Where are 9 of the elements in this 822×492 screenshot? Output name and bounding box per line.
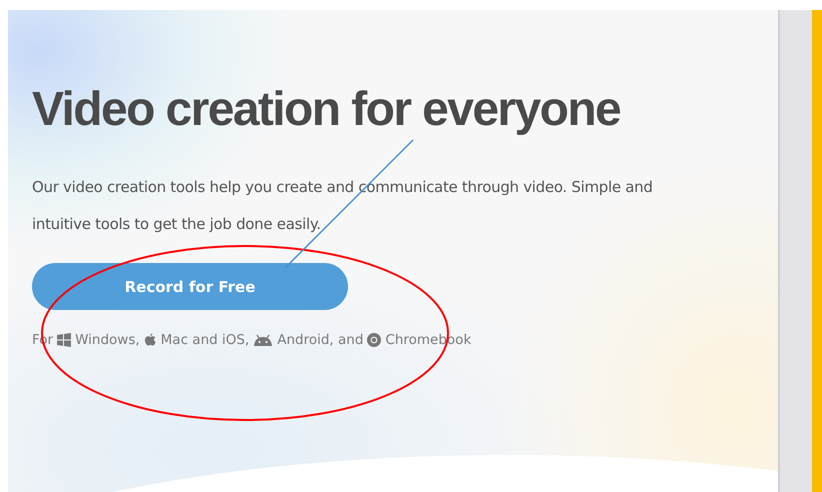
record-button[interactable]: Record for Free (32, 263, 348, 310)
apple-logo-icon (144, 333, 157, 347)
platform-label: Windows, (75, 332, 140, 348)
android-logo-icon (253, 334, 274, 346)
platform-label: Mac and iOS, (160, 332, 250, 348)
chrome-logo-icon (367, 333, 382, 347)
windows-logo-icon (57, 333, 72, 347)
headline: Video creation for everyone (32, 82, 622, 138)
platform-label: Android, and (277, 332, 364, 348)
